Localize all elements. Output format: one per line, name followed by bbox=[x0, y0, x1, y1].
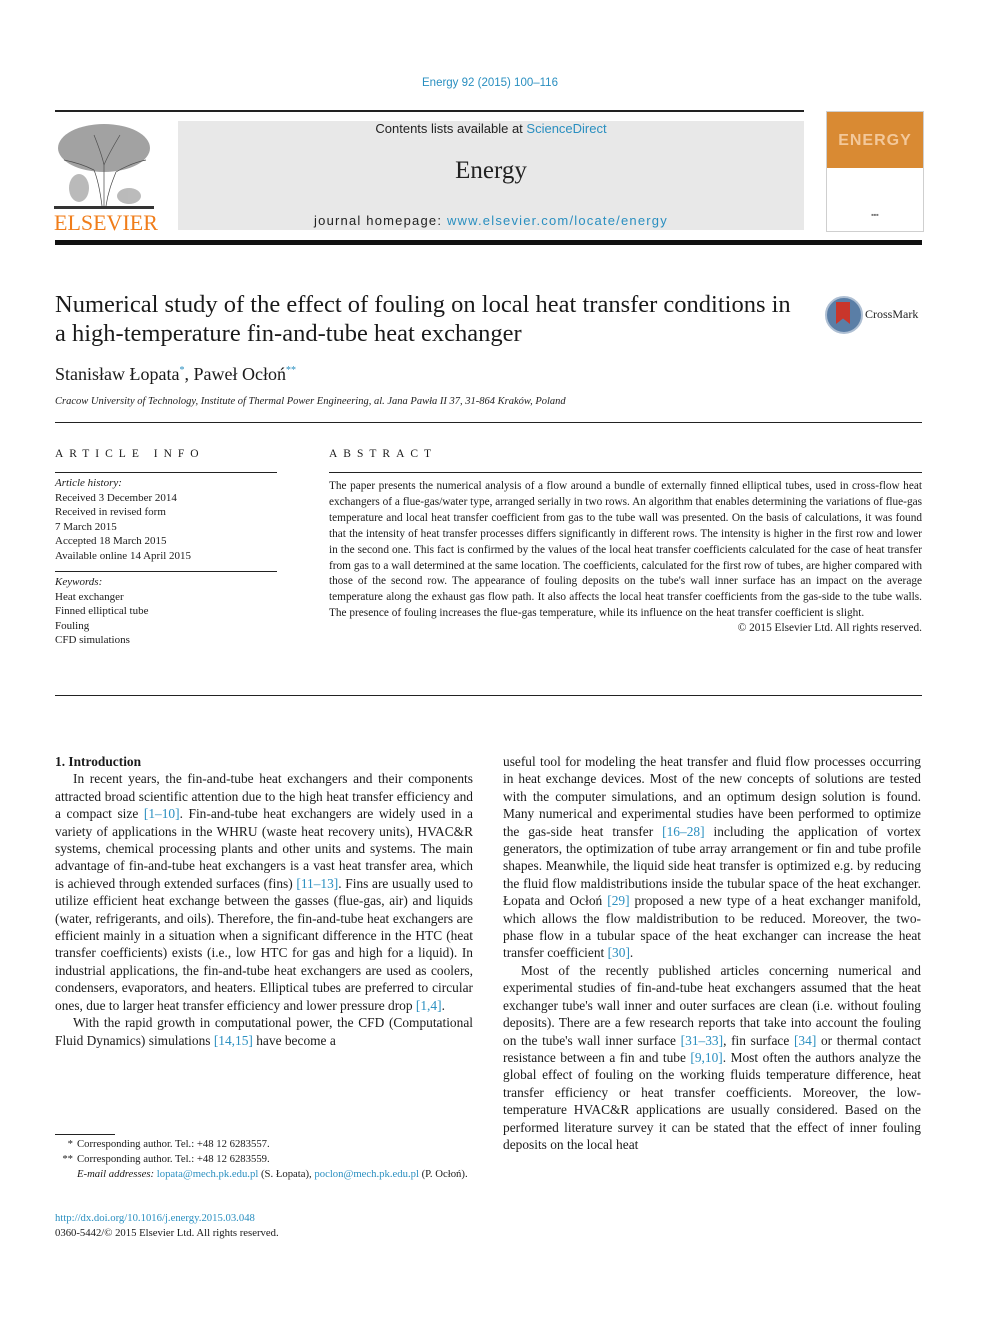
section-heading: 1. Introduction bbox=[55, 754, 142, 769]
citation-ref-link[interactable]: [1–10] bbox=[144, 806, 180, 821]
contents-line: Contents lists available at ScienceDirec… bbox=[178, 121, 804, 136]
keywords: Keywords: Heat exchanger Finned elliptic… bbox=[55, 572, 277, 656]
homepage-label: journal homepage: bbox=[314, 213, 447, 228]
footnotes: * Corresponding author. Tel.: +48 12 6283… bbox=[55, 1137, 473, 1182]
history-item: Available online 14 April 2015 bbox=[55, 549, 192, 562]
citation-link[interactable]: Energy 92 (2015) 100–116 bbox=[422, 77, 558, 89]
article-info: ARTICLE INFO Article history: Received 3… bbox=[55, 448, 277, 656]
journal-cover-thumbnail[interactable]: ENERGY ■■■ bbox=[826, 111, 924, 232]
keyword-item: Heat exchanger bbox=[55, 590, 124, 603]
body-column-right: useful tool for modeling the heat transf… bbox=[503, 753, 921, 1153]
paragraph-text: , fin surface bbox=[723, 1032, 794, 1048]
publisher-name: ELSEVIER bbox=[54, 210, 158, 235]
author-footnote-mark[interactable]: ** bbox=[286, 365, 296, 376]
paragraph-text: . Most often the authors analyze the glo… bbox=[503, 1049, 921, 1152]
footnote-mark: ** bbox=[62, 1153, 73, 1165]
title-rule bbox=[55, 422, 922, 423]
cover-title: ENERGY bbox=[838, 132, 912, 149]
history-label: Article history: bbox=[55, 477, 122, 489]
crossmark-badge[interactable]: CrossMark bbox=[825, 296, 925, 336]
citation-ref-link[interactable]: [9,10] bbox=[690, 1050, 722, 1065]
keyword-item: Fouling bbox=[55, 619, 90, 632]
author-list: Stanisław Łopata*, Paweł Ocłoń** bbox=[55, 364, 296, 385]
body-paragraph: useful tool for modeling the heat transf… bbox=[503, 753, 921, 962]
article-info-heading: ARTICLE INFO bbox=[55, 448, 205, 460]
author-name[interactable]: Stanisław Łopata bbox=[55, 364, 179, 384]
footnote: ** Corresponding author. Tel.: +48 12 628… bbox=[55, 1152, 473, 1167]
abstract-text: The paper presents the numerical analysi… bbox=[329, 480, 922, 620]
cover-footer: ■■■ bbox=[871, 212, 879, 217]
author-name[interactable]: Paweł Ocłoń bbox=[193, 364, 285, 384]
journal-banner: Contents lists available at ScienceDirec… bbox=[178, 121, 804, 230]
keyword-item: CFD simulations bbox=[55, 634, 130, 646]
footnote-text: Corresponding author. Tel.: +48 12 62835… bbox=[77, 1138, 270, 1150]
history-item: Received 3 December 2014 bbox=[55, 491, 177, 504]
doi-link[interactable]: http://dx.doi.org/10.1016/j.energy.2015.… bbox=[55, 1211, 279, 1226]
history-item: 7 March 2015 bbox=[55, 520, 117, 533]
journal-homepage: journal homepage: www.elsevier.com/locat… bbox=[178, 213, 804, 228]
article-title: Numerical study of the effect of fouling… bbox=[55, 291, 791, 347]
journal-citation[interactable]: Energy 92 (2015) 100–116 bbox=[0, 77, 980, 89]
contents-prefix: Contents lists available at bbox=[375, 121, 527, 136]
email-link[interactable]: poclon@mech.pk.edu.pl bbox=[314, 1168, 419, 1180]
body-paragraph: With the rapid growth in computational p… bbox=[55, 1014, 473, 1049]
email-label: E-mail addresses: bbox=[77, 1168, 155, 1180]
homepage-link[interactable]: www.elsevier.com/locate/energy bbox=[447, 213, 668, 228]
body-paragraph: In recent years, the fin-and-tube heat e… bbox=[55, 770, 473, 1014]
citation-ref-link[interactable]: [29] bbox=[607, 893, 629, 908]
email-owner: (S. Łopata), bbox=[258, 1168, 315, 1180]
header-rule bbox=[55, 110, 804, 112]
history-item: Accepted 18 March 2015 bbox=[55, 535, 167, 547]
body-paragraph: Most of the recently published articles … bbox=[503, 962, 921, 1153]
front-matter-rule bbox=[55, 695, 922, 696]
left-paragraphs: In recent years, the fin-and-tube heat e… bbox=[55, 770, 473, 1049]
article-history: Article history: Received 3 December 201… bbox=[55, 473, 277, 571]
citation-ref-link[interactable]: [31–33] bbox=[681, 1033, 723, 1048]
body-column-left: 1. Introduction In recent years, the fin… bbox=[55, 753, 473, 1049]
history-item: Received in revised form bbox=[55, 506, 166, 518]
keyword-item: Finned elliptical tube bbox=[55, 605, 149, 617]
footnote: * Corresponding author. Tel.: +48 12 6283… bbox=[55, 1137, 473, 1152]
paragraph-text: have become a bbox=[252, 1032, 336, 1048]
paragraph-text: . Fins are usually used to utilize effic… bbox=[55, 875, 473, 1013]
doi-block: http://dx.doi.org/10.1016/j.energy.2015.… bbox=[55, 1211, 279, 1241]
footnote-rule bbox=[55, 1134, 115, 1135]
issn-copyright: 0360-5442/© 2015 Elsevier Ltd. All right… bbox=[55, 1227, 279, 1239]
crossmark-label: CrossMark bbox=[865, 307, 919, 321]
citation-ref-link[interactable]: [11–13] bbox=[296, 876, 338, 891]
email-link[interactable]: lopata@mech.pk.edu.pl bbox=[157, 1168, 259, 1180]
keywords-label: Keywords: bbox=[55, 576, 103, 588]
abstract: ABSTRACT The paper presents the numerica… bbox=[329, 448, 922, 634]
email-owner: (P. Ocłoń). bbox=[418, 1168, 468, 1180]
affiliation: Cracow University of Technology, Institu… bbox=[55, 396, 566, 407]
footnote-mark: * bbox=[67, 1138, 73, 1150]
sciencedirect-link[interactable]: ScienceDirect bbox=[526, 121, 606, 136]
header-thick-rule bbox=[55, 240, 922, 245]
tree-logo-icon bbox=[54, 124, 154, 209]
footnote-text: Corresponding author. Tel.: +48 12 62835… bbox=[77, 1153, 270, 1165]
right-paragraphs: useful tool for modeling the heat transf… bbox=[503, 753, 921, 1153]
abstract-heading: ABSTRACT bbox=[329, 448, 438, 460]
journal-name: Energy bbox=[455, 157, 527, 184]
citation-ref-link[interactable]: [1,4] bbox=[416, 998, 442, 1013]
citation-ref-link[interactable]: [14,15] bbox=[214, 1033, 253, 1048]
citation-ref-link[interactable]: [34] bbox=[794, 1033, 816, 1048]
paragraph-text: . bbox=[441, 997, 445, 1013]
abstract-copyright: © 2015 Elsevier Ltd. All rights reserved… bbox=[737, 622, 922, 635]
citation-ref-link[interactable]: [16–28] bbox=[662, 824, 704, 839]
email-footnote: E-mail addresses: lopata@mech.pk.edu.pl … bbox=[55, 1167, 473, 1182]
citation-ref-link[interactable]: [30] bbox=[608, 945, 630, 960]
elsevier-logo[interactable]: ELSEVIER bbox=[52, 118, 158, 236]
paragraph-text: . bbox=[629, 945, 634, 961]
